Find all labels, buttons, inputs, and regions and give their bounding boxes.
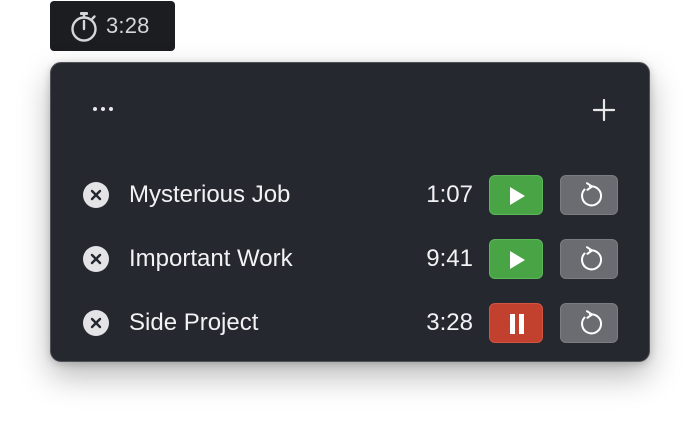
- play-icon: [510, 251, 525, 269]
- reset-icon: [581, 246, 602, 271]
- close-circle-icon: [90, 189, 102, 201]
- timer-row: Mysterious Job 1:07: [51, 175, 651, 215]
- timer-name: Important Work: [129, 245, 293, 272]
- timer-name: Mysterious Job: [129, 181, 291, 208]
- close-circle-icon: [90, 317, 102, 329]
- reset-icon: [581, 310, 602, 335]
- timer-time: 1:07: [426, 181, 473, 208]
- remove-timer-button[interactable]: [83, 246, 109, 272]
- close-circle-icon: [90, 253, 102, 265]
- remove-timer-button[interactable]: [83, 310, 109, 336]
- pause-button[interactable]: [489, 303, 543, 343]
- timer-name: Side Project: [129, 309, 259, 336]
- plus-icon: [592, 98, 616, 122]
- pause-icon: [510, 314, 524, 334]
- timer-time: 3:28: [426, 309, 473, 336]
- timer-time: 9:41: [426, 245, 473, 272]
- reset-icon: [581, 182, 602, 207]
- play-button[interactable]: [489, 239, 543, 279]
- timer-row: Important Work 9:41: [51, 239, 651, 279]
- remove-timer-button[interactable]: [83, 182, 109, 208]
- more-options-button[interactable]: [87, 97, 119, 121]
- reset-button[interactable]: [560, 175, 618, 215]
- menubar-timer-item[interactable]: 3:28: [50, 1, 175, 51]
- play-button[interactable]: [489, 175, 543, 215]
- menubar-time: 3:28: [106, 13, 150, 38]
- timers-popover: Mysterious Job 1:07 Important Work 9:41: [50, 62, 650, 362]
- reset-button[interactable]: [560, 239, 618, 279]
- timer-row: Side Project 3:28: [51, 303, 651, 343]
- reset-button[interactable]: [560, 303, 618, 343]
- add-timer-button[interactable]: [589, 95, 619, 125]
- play-icon: [510, 187, 525, 205]
- ellipsis-icon: [93, 107, 113, 111]
- stopwatch-icon: [69, 10, 99, 42]
